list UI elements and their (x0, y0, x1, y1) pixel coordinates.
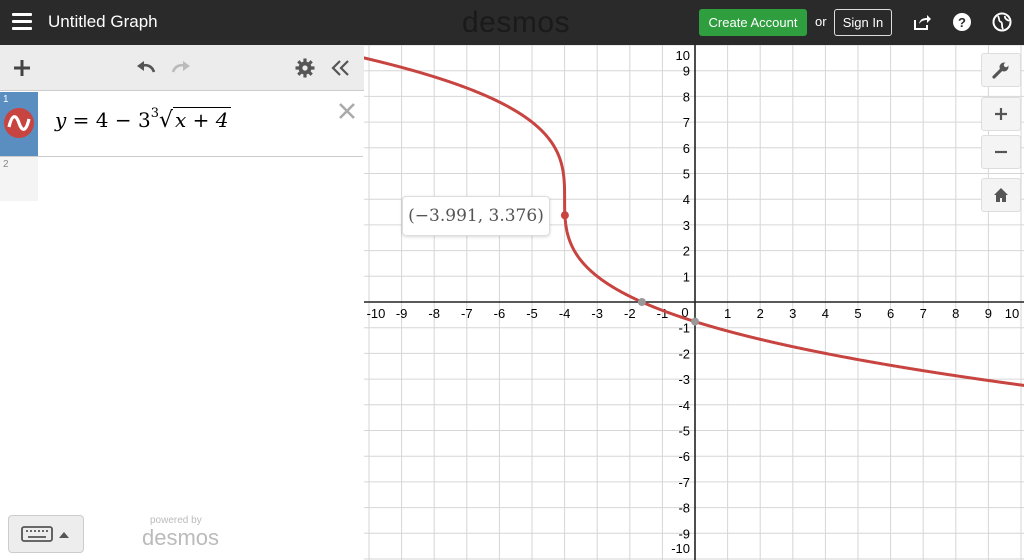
brand-logo: desmos (462, 6, 571, 39)
graph-title[interactable]: Untitled Graph (48, 12, 158, 32)
y-intercept-point (691, 317, 699, 326)
radical-sign: √ (159, 108, 174, 133)
zoom-in-button[interactable] (981, 97, 1021, 131)
expression-gutter: 1 (0, 92, 38, 156)
x-tick-label: -7 (461, 306, 473, 321)
x-tick-label: 9 (985, 306, 992, 321)
y-tick-label: 9 (683, 64, 690, 79)
close-icon[interactable] (336, 100, 358, 122)
expression-item-2[interactable]: 2 (0, 157, 38, 201)
y-tick-label: 1 (683, 269, 690, 284)
collapse-icon[interactable] (330, 57, 352, 79)
y-tick-label: -10 (671, 541, 690, 556)
zoom-out-icon (995, 150, 1007, 154)
x-tick-label: 7 (920, 306, 927, 321)
graph-settings-button[interactable] (981, 53, 1021, 87)
y-tick-label: -8 (678, 501, 690, 516)
wrench-icon (992, 62, 1009, 79)
point-coordinate-label: (−3.991, 3.376) (402, 196, 550, 236)
caret-up-icon (59, 532, 69, 538)
x-tick-label: -6 (494, 306, 506, 321)
help-icon[interactable]: ? (952, 12, 972, 32)
formula-rhs: = 4 − 3 (66, 108, 151, 132)
share-icon[interactable] (912, 12, 932, 32)
y-tick-label: 6 (683, 141, 690, 156)
keyboard-toggle-button[interactable] (8, 515, 84, 553)
keyboard-icon (21, 526, 53, 542)
x-tick-label: -9 (396, 306, 408, 321)
x-tick-label: 4 (822, 306, 829, 321)
graph-canvas[interactable]: -10 -9 -8 -7 -6 -5 -4 -3 -2 -1 0 1 2 3 4 5 6 7 8 9 101098765… (364, 45, 1024, 560)
x-tick-label: 3 (789, 306, 796, 321)
graph-toggle-icon[interactable] (4, 108, 34, 138)
gear-icon[interactable] (294, 57, 316, 79)
y-tick-label: 10 (676, 48, 690, 63)
expression-index: 2 (3, 159, 9, 170)
y-tick-label: -5 (678, 424, 690, 439)
x-tick-label: -5 (526, 306, 538, 321)
x-tick-label: 5 (854, 306, 861, 321)
y-tick-label: 2 (683, 244, 690, 259)
create-account-button[interactable]: Create Account (699, 9, 807, 36)
y-tick-label: -1 (678, 321, 690, 336)
y-tick-label: 3 (683, 218, 690, 233)
globe-icon[interactable] (992, 12, 1012, 32)
x-tick-label: -8 (428, 306, 440, 321)
y-tick-label: 4 (683, 192, 690, 207)
sign-in-button[interactable]: Sign In (834, 9, 892, 36)
expression-panel: 1 y = 4 − 33√ x + 4 2 powered by desmos (0, 45, 365, 560)
x-tick-label: 1 (724, 306, 731, 321)
zoom-out-button[interactable] (981, 135, 1021, 169)
menu-icon[interactable] (12, 13, 32, 31)
y-tick-label: 7 (683, 115, 690, 130)
x-intercept-point (637, 298, 646, 306)
add-icon[interactable] (11, 57, 33, 79)
or-label: or (815, 14, 827, 29)
y-tick-label: -6 (678, 449, 690, 464)
y-tick-label: -7 (678, 475, 690, 490)
redo-icon[interactable] (170, 57, 192, 79)
y-tick-label: 5 (683, 167, 690, 182)
x-tick-label: -10 (367, 306, 386, 321)
x-tick-label: 2 (757, 306, 764, 321)
x-tick-label: -4 (559, 306, 571, 321)
expression-toolbar (0, 45, 364, 91)
expression-index: 1 (3, 94, 9, 105)
svg-text:?: ? (958, 15, 966, 30)
expression-formula[interactable]: y = 4 − 33√ x + 4 (55, 106, 231, 133)
root-index: 3 (150, 106, 159, 121)
y-tick-label: 8 (683, 89, 690, 104)
selected-point (560, 211, 569, 220)
expression-item-1[interactable]: 1 y = 4 − 33√ x + 4 (0, 92, 363, 157)
y-tick-label: -4 (678, 398, 690, 413)
undo-icon[interactable] (135, 57, 157, 79)
formula-lhs: y (55, 108, 67, 132)
y-tick-label: -3 (678, 372, 690, 387)
y-tick-label: -9 (678, 526, 690, 541)
home-icon (994, 188, 1008, 202)
zoom-in-icon (995, 108, 1007, 120)
x-tick-label: 6 (887, 306, 894, 321)
top-bar: Untitled Graph desmos Create Account or … (0, 0, 1024, 45)
x-tick-label: -2 (624, 306, 636, 321)
default-view-button[interactable] (981, 178, 1021, 212)
powered-by-logo: desmos (142, 525, 220, 550)
radicand: x + 4 (173, 107, 231, 132)
x-tick-label: 8 (952, 306, 959, 321)
y-tick-label: -2 (678, 346, 690, 361)
x-tick-label: -3 (591, 306, 603, 321)
x-tick-label: 10 (1005, 306, 1019, 321)
